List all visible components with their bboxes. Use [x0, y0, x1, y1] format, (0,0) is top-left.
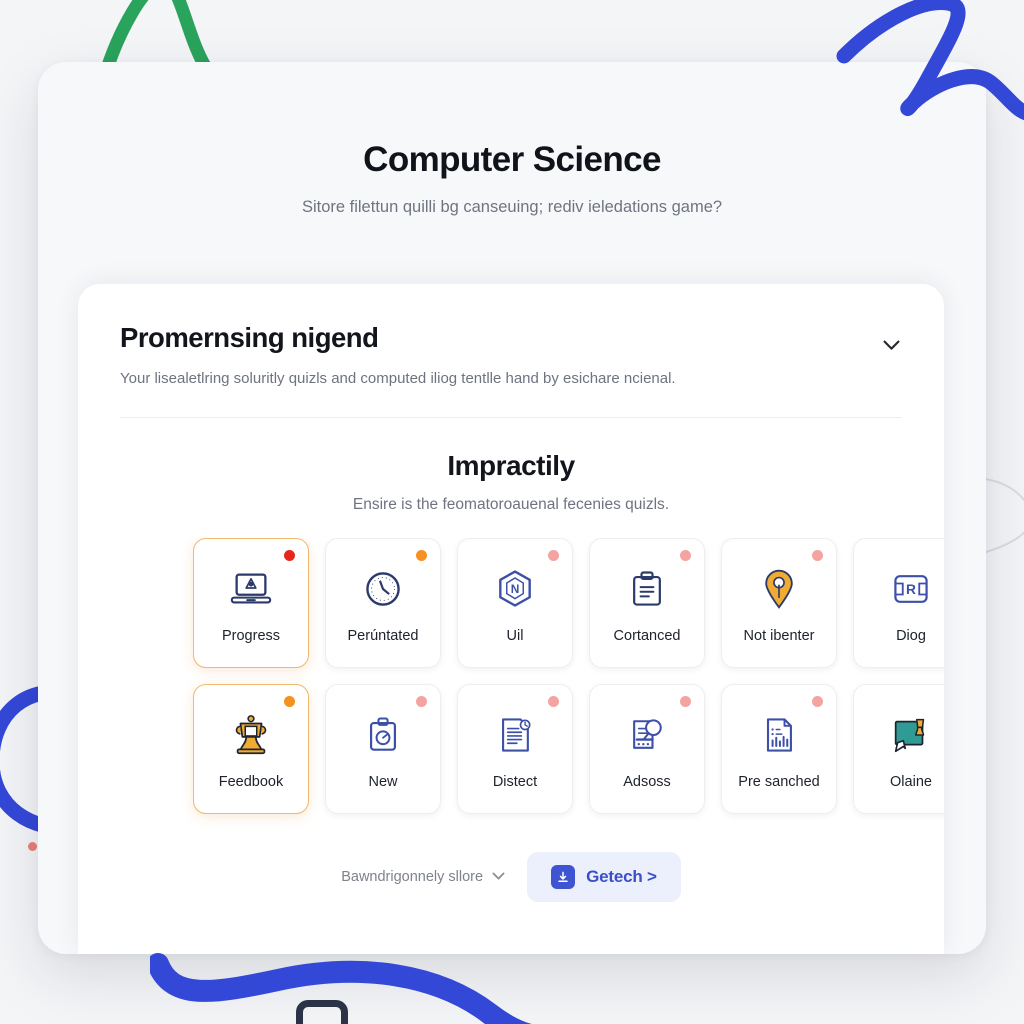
block-header: Impractily Ensire is the feomatoroauenal…: [78, 450, 944, 514]
r-badge-icon: R: [884, 562, 938, 616]
chevron-down-icon: [492, 869, 505, 885]
tile-grid: Progress Perúntated N Uil Cortanced Not …: [78, 538, 944, 830]
getech-button[interactable]: Getech >: [527, 852, 681, 902]
section-header: Promernsing nigend Your lisealetlring so…: [78, 284, 944, 389]
card-footer: Bawndrigonnely sllore Getech >: [78, 852, 944, 902]
location-pin-icon: [752, 562, 806, 616]
screen-trophy-icon: [884, 708, 938, 762]
clipboard-lines-icon: [620, 562, 674, 616]
page-header: Computer Science Sitore filettun quilli …: [38, 62, 986, 217]
status-dot: [416, 550, 427, 561]
tile-label: Not ibenter: [743, 628, 815, 644]
tile-new[interactable]: New: [325, 684, 441, 814]
tile-feedbook[interactable]: Feedbook: [193, 684, 309, 814]
status-dot: [284, 696, 295, 707]
page-title: Computer Science: [363, 140, 661, 179]
document-search-icon: [620, 708, 674, 762]
section-divider: [120, 417, 902, 418]
tile-label: Adsoss: [623, 774, 671, 790]
tile-label: New: [368, 774, 398, 790]
tile-pre-sanched[interactable]: Pre sanched: [721, 684, 837, 814]
svg-text:R: R: [906, 582, 916, 597]
section-title: Promernsing nigend: [120, 322, 379, 353]
block-title: Impractily: [447, 450, 575, 481]
tile-progress[interactable]: Progress: [193, 538, 309, 668]
tile-distect[interactable]: Distect: [457, 684, 573, 814]
tile-label: Uil: [506, 628, 524, 644]
status-dot: [284, 550, 295, 561]
tile-label: Diog: [896, 628, 926, 644]
clock-icon: [356, 562, 410, 616]
tile-label: Feedbook: [218, 774, 284, 790]
svg-text:N: N: [511, 582, 520, 596]
document-chart-icon: [752, 708, 806, 762]
tile-uil[interactable]: N Uil: [457, 538, 573, 668]
tile-olaine[interactable]: Olaine: [853, 684, 944, 814]
status-dot: [680, 550, 691, 561]
status-dot: [812, 696, 823, 707]
section-description: Your lisealetlring soluritly quizls and …: [120, 370, 676, 387]
laptop-atom-icon: [224, 562, 278, 616]
status-dot: [548, 550, 559, 561]
trophy-bell-icon: [224, 708, 278, 762]
content-card: Promernsing nigend Your lisealetlring so…: [78, 284, 944, 954]
document-clock-icon: [488, 708, 542, 762]
chevron-down-icon[interactable]: [874, 328, 908, 362]
window-card: Computer Science Sitore filettun quilli …: [38, 62, 986, 954]
tile-label: Perúntated: [347, 628, 419, 644]
status-dot: [680, 696, 691, 707]
tile-label: Distect: [492, 774, 538, 790]
tile-not-ibenter[interactable]: Not ibenter: [721, 538, 837, 668]
tile-row: Progress Perúntated N Uil Cortanced Not …: [193, 538, 944, 668]
status-dot: [548, 696, 559, 707]
tile-label: Pre sanched: [738, 774, 820, 790]
screen: Computer Science Sitore filettun quilli …: [0, 0, 1024, 1024]
tile-adsoss[interactable]: Adsoss: [589, 684, 705, 814]
tile-label: Cortanced: [613, 628, 681, 644]
sort-select[interactable]: Bawndrigonnely sllore: [341, 869, 505, 885]
dark-rounded-decoration: [296, 1000, 348, 1024]
getech-button-label: Getech >: [586, 867, 657, 886]
hexagon-n-icon: N: [488, 562, 542, 616]
tile-row: Feedbook New Distect Adsoss Pre sanched: [193, 684, 944, 814]
tile-cortanced[interactable]: Cortanced: [589, 538, 705, 668]
clipboard-gauge-icon: [356, 708, 410, 762]
red-dot-decoration: [28, 842, 37, 851]
app-tile-icon: [551, 865, 576, 889]
tile-per-ntated[interactable]: Perúntated: [325, 538, 441, 668]
status-dot: [812, 550, 823, 561]
block-description: Ensire is the feomatoroauenal fecenies q…: [352, 496, 670, 513]
tile-label: Progress: [221, 628, 281, 644]
sort-select-label: Bawndrigonnely sllore: [341, 869, 484, 885]
tile-label: Olaine: [890, 774, 932, 790]
status-dot: [416, 696, 427, 707]
page-subtitle: Sitore filettun quilli bg canseuing; red…: [301, 198, 723, 216]
tile-diog[interactable]: R Diog: [853, 538, 944, 668]
